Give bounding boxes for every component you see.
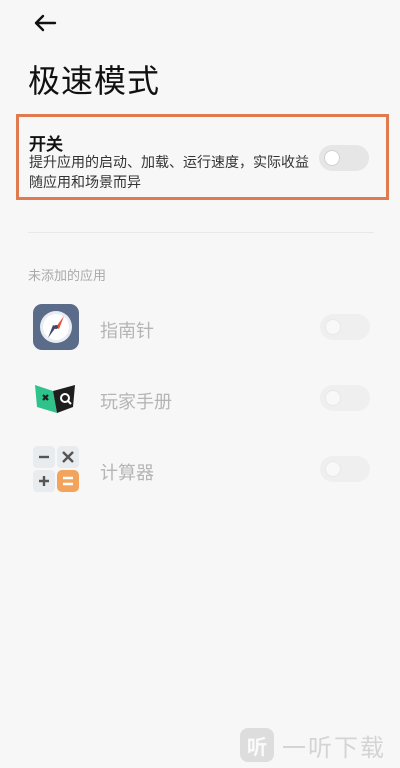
toggle-knob (325, 461, 341, 477)
watermark: 听 一听下载 (240, 728, 386, 762)
switch-title: 开关 (29, 135, 63, 155)
player-manual-icon (35, 385, 75, 413)
app-row-player-manual[interactable]: 玩家手册 (0, 375, 400, 431)
app-name: 计算器 (100, 463, 154, 484)
app-row-calculator[interactable]: 计算器 (0, 446, 400, 502)
divider (28, 232, 374, 233)
calculator-icon (33, 446, 79, 492)
app-row-compass[interactable]: 指南针 (0, 304, 400, 360)
toggle-knob (324, 150, 340, 166)
back-button[interactable] (30, 10, 60, 36)
app-toggle-player-manual[interactable] (320, 385, 370, 411)
page-title: 极速模式 (28, 62, 161, 100)
arrow-left-icon (34, 14, 57, 32)
switch-description: 提升应用的启动、加载、运行速度，实际收益随应用和场景而异 (29, 155, 309, 191)
watermark-logo: 听 (240, 728, 274, 762)
app-name: 玩家手册 (100, 392, 172, 413)
watermark-text: 一听下载 (282, 733, 386, 762)
section-label: 未添加的应用 (28, 269, 107, 284)
toggle-knob (325, 319, 341, 335)
app-name: 指南针 (100, 321, 154, 342)
app-toggle-calculator[interactable] (320, 456, 370, 482)
app-toggle-compass[interactable] (320, 314, 370, 340)
speed-mode-toggle[interactable] (319, 145, 369, 171)
compass-icon (33, 304, 79, 350)
toggle-knob (325, 390, 341, 406)
